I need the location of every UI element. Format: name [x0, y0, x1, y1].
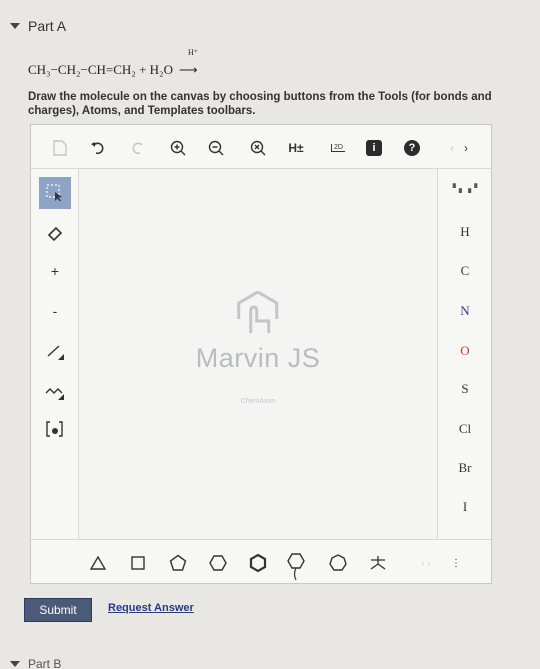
- redo-icon: [132, 142, 143, 155]
- zoom-reset-icon: [250, 140, 266, 156]
- periodic-table-button[interactable]: ▘▖▗▝: [438, 177, 492, 201]
- help-icon: ?: [404, 140, 420, 156]
- bicyclic-icon: [370, 556, 386, 570]
- chair-icon: [287, 553, 305, 581]
- part-a-header[interactable]: Part A: [10, 18, 66, 34]
- zoom-reset-button[interactable]: [249, 139, 267, 157]
- atom-c-button[interactable]: C: [438, 259, 492, 283]
- cycloheptane-icon: [329, 554, 347, 571]
- erase-tool-button[interactable]: [39, 217, 71, 249]
- toolbar-right: ▘▖▗▝ H C N O S Cl Br I: [437, 169, 491, 541]
- part-b-title: Part B: [28, 657, 62, 669]
- arrow-icon: ⟶: [178, 62, 198, 77]
- cyclopentane-icon: [169, 554, 187, 571]
- toolbar-top: H± 2D i ? ‹ ›: [31, 125, 491, 169]
- atom-cl-button[interactable]: Cl: [438, 417, 492, 441]
- chemaxon-text: ChemAxon: [240, 398, 276, 405]
- atom-n-button[interactable]: N: [438, 299, 492, 323]
- clean-2d-button[interactable]: 2D: [329, 139, 347, 157]
- collapse-caret-icon[interactable]: [10, 661, 20, 667]
- new-document-button[interactable]: [51, 139, 69, 157]
- templates-expand-icon[interactable]: ⋮: [445, 552, 467, 574]
- hexagon-template-button[interactable]: [207, 552, 229, 574]
- cyclohexane-icon: [209, 555, 227, 571]
- part-a-title: Part A: [28, 18, 67, 34]
- part-b-header[interactable]: Part B: [10, 657, 61, 669]
- bond-icon: [47, 345, 64, 360]
- selection-tool-button[interactable]: [39, 177, 71, 209]
- bicyclic-template-button[interactable]: [367, 552, 389, 574]
- triangle-template-button[interactable]: [87, 552, 109, 574]
- zoom-in-button[interactable]: [169, 139, 187, 157]
- zoom-out-button[interactable]: [207, 139, 225, 157]
- square-template-button[interactable]: [127, 552, 149, 574]
- cyclobutane-icon: [131, 556, 145, 570]
- toolbar-scroll-right[interactable]: ›: [457, 139, 475, 157]
- pentagon-template-button[interactable]: [167, 552, 189, 574]
- instructions-text: Draw the molecule on the canvas by choos…: [28, 91, 492, 117]
- submit-button[interactable]: Submit: [24, 598, 92, 622]
- drawing-canvas[interactable]: Marvin JS ChemAxon: [79, 169, 437, 539]
- reaction-equation: CH₃−CH₂−CH=CH₂ + H₂O H⁺ ⟶: [28, 48, 207, 78]
- redo-button[interactable]: [129, 139, 147, 157]
- document-icon: [53, 140, 67, 156]
- toolbar-left: + -: [31, 169, 79, 541]
- marvin-watermark: Marvin JS ChemAxon: [196, 289, 321, 405]
- bracket-tool-button[interactable]: [39, 413, 71, 445]
- reaction-reactants: CH₃−CH₂−CH=CH₂ + H₂O: [28, 62, 173, 77]
- benzene-template-button[interactable]: [247, 552, 269, 574]
- positive-charge-button[interactable]: +: [39, 255, 71, 287]
- hydrogens-button[interactable]: H±: [287, 139, 305, 157]
- chain-icon: [45, 388, 64, 400]
- negative-charge-button[interactable]: -: [39, 295, 71, 327]
- cyclopropane-icon: [90, 555, 106, 570]
- marvin-brand-text: Marvin JS: [195, 343, 321, 373]
- atom-o-button[interactable]: O: [438, 339, 492, 363]
- toolbar-bottom: ‹ › ⋮: [31, 539, 491, 583]
- atom-s-button[interactable]: S: [438, 377, 492, 401]
- cyclohexane-chair-template-button[interactable]: [285, 552, 307, 582]
- bracket-icon: [46, 421, 63, 437]
- undo-button[interactable]: [89, 139, 107, 157]
- request-answer-link[interactable]: Request Answer: [108, 602, 194, 614]
- atom-i-button[interactable]: I: [438, 495, 492, 519]
- help-button[interactable]: ?: [403, 139, 421, 157]
- marvin-editor: H± 2D i ? ‹ › + - Marvin JS ChemAxon ▘▖▗…: [30, 124, 492, 584]
- collapse-caret-icon[interactable]: [10, 23, 20, 29]
- chain-tool-button[interactable]: [39, 375, 71, 407]
- cycloheptane-template-button[interactable]: [327, 552, 349, 574]
- atom-h-button[interactable]: H: [438, 220, 492, 244]
- selection-icon: [46, 184, 62, 202]
- single-bond-button[interactable]: [39, 335, 71, 367]
- atom-br-button[interactable]: Br: [438, 456, 492, 480]
- marvin-logo-icon: [237, 290, 279, 333]
- catalyst-label: H⁺: [187, 48, 198, 57]
- zoom-in-icon: [170, 140, 186, 156]
- eraser-icon: [47, 226, 63, 241]
- reaction-arrow: H⁺ ⟶: [178, 48, 207, 78]
- benzene-icon: [249, 554, 267, 572]
- info-icon: i: [366, 140, 382, 156]
- clean-2d-label: 2D: [331, 144, 345, 152]
- info-button[interactable]: i: [365, 139, 383, 157]
- periodic-table-icon: ▘▖▗▝: [452, 185, 478, 194]
- zoom-out-icon: [208, 140, 224, 156]
- undo-icon: [91, 142, 104, 155]
- templates-scroll-left[interactable]: ‹ ›: [415, 552, 437, 574]
